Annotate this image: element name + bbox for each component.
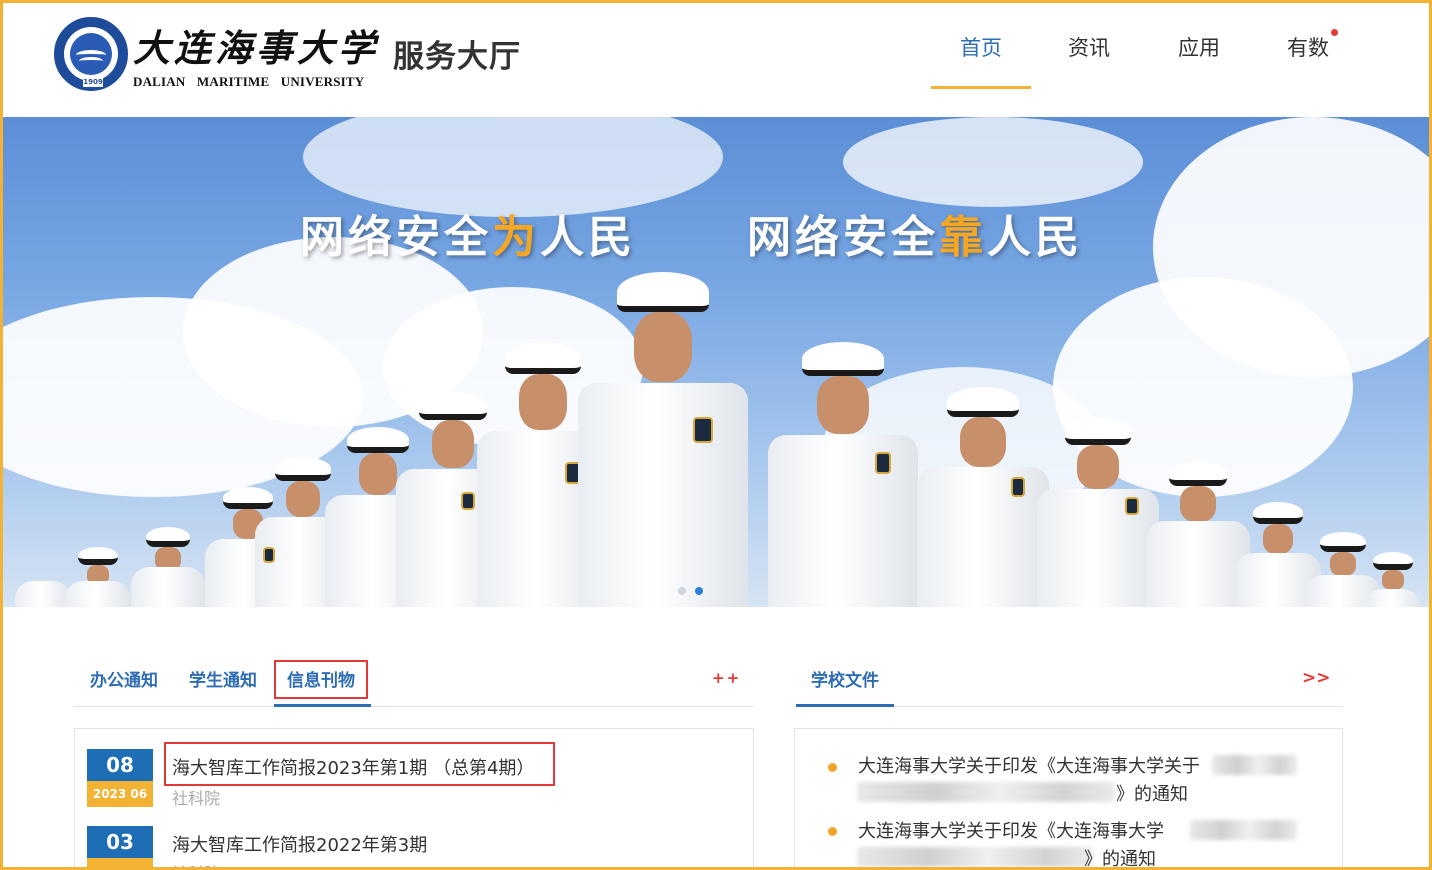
news-title-link[interactable]: 海大智库工作简报2022年第3期 — [172, 831, 427, 857]
carousel-dot[interactable] — [678, 587, 686, 595]
slogan-left: 网络安全为人民 — [300, 212, 636, 263]
university-seal-icon[interactable]: 1909 — [54, 17, 128, 91]
more-link-right[interactable]: >> — [1302, 668, 1331, 688]
tab-student-notice[interactable]: 学生通知 — [189, 666, 257, 691]
sailor-figure — [913, 387, 1053, 607]
date-badge: 08 2023 06 — [87, 749, 153, 807]
nav-active-indicator — [931, 86, 1031, 89]
slogan-right: 网络安全靠人民 — [747, 212, 1083, 263]
divider — [74, 706, 754, 707]
date-day: 08 — [87, 749, 153, 781]
sailor-figure — [763, 342, 923, 607]
news-source: 社科院 — [172, 860, 220, 870]
news-source: 社科院 — [172, 789, 221, 808]
redacted-text — [857, 847, 1093, 867]
tab-active-indicator — [796, 704, 894, 707]
date-year-month — [87, 858, 153, 870]
date-badge: 03 — [87, 826, 153, 870]
tab-office-notice[interactable]: 办公通知 — [90, 666, 158, 691]
nav-apps[interactable]: 应用 — [1178, 32, 1220, 64]
nav-home[interactable]: 首页 — [960, 32, 1002, 64]
document-title-link[interactable]: 大连海事大学关于印发《大连海事大学关于 — [858, 752, 1200, 778]
site-header: 1909 大连海事大学 DALIAN MARITIME UNIVERSITY 服… — [0, 0, 1432, 117]
nav-news[interactable]: 资讯 — [1068, 32, 1110, 64]
redacted-text — [1212, 755, 1297, 775]
sailor-figure — [63, 547, 133, 607]
news-title-link[interactable]: 海大智库工作简报2023年第1期 （总第4期） — [172, 754, 534, 780]
date-year-month: 2023 06 — [87, 781, 153, 807]
bullet-icon — [828, 763, 837, 772]
hero-banner[interactable]: 网络安全为人民 网络安全靠人民 — [3, 117, 1429, 607]
highlight-box-tab — [274, 660, 368, 699]
seal-year: 1909 — [83, 78, 103, 87]
tab-school-documents[interactable]: 学校文件 — [811, 666, 879, 691]
tab-active-indicator — [274, 704, 371, 707]
carousel-dot-active[interactable] — [695, 587, 703, 595]
bullet-icon — [828, 827, 837, 836]
redacted-text — [857, 782, 1115, 802]
service-hall-title: 服务大厅 — [393, 39, 521, 75]
school-name-cn[interactable]: 大连海事大学 — [133, 26, 379, 70]
document-title-link[interactable]: 大连海事大学关于印发《大连海事大学 — [858, 817, 1164, 843]
redacted-text — [1190, 820, 1297, 840]
sailor-figure — [573, 272, 753, 607]
document-title-suffix[interactable]: 》的通知 — [1084, 845, 1156, 870]
document-title-suffix[interactable]: 》的通知 — [1116, 780, 1188, 806]
nav-data[interactable]: 有数 — [1287, 32, 1329, 64]
sailor-figure — [1363, 552, 1423, 607]
sailor-figure — [128, 527, 208, 607]
more-link-left[interactable]: ++ — [712, 669, 741, 687]
date-day: 03 — [87, 826, 153, 858]
school-name-en: DALIAN MARITIME UNIVERSITY — [133, 74, 365, 89]
notification-dot — [1331, 29, 1338, 36]
carousel-indicator — [678, 587, 703, 595]
